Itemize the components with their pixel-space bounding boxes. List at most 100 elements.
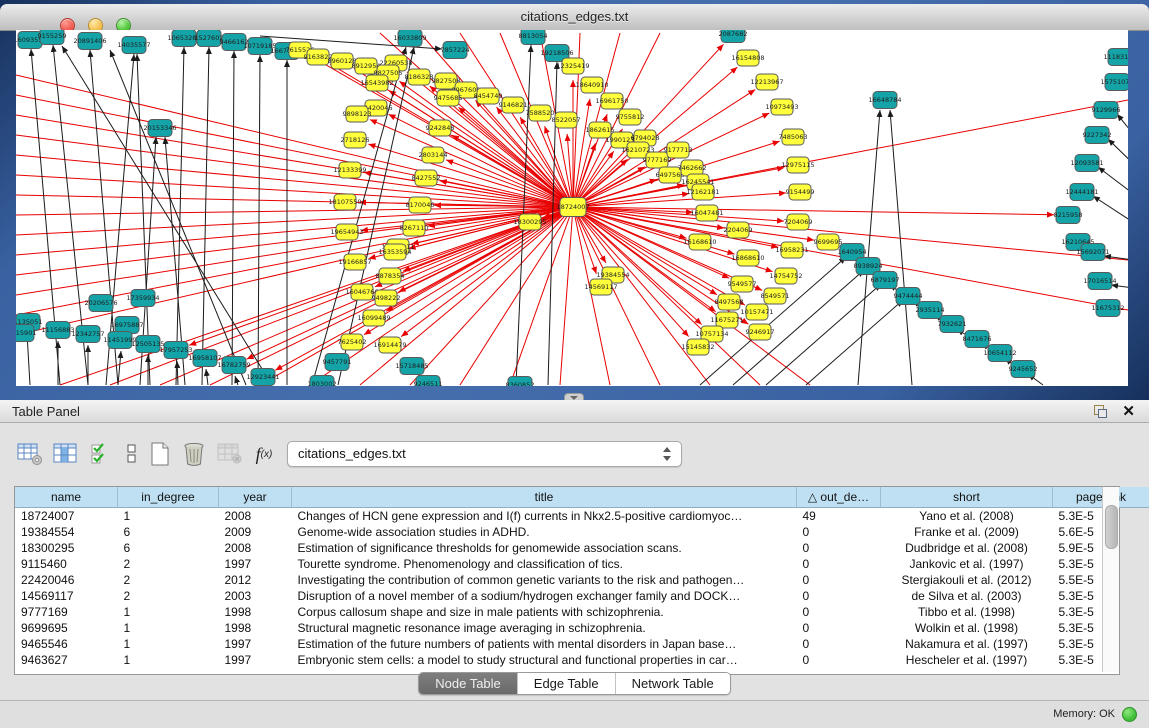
svg-text:14569117: 14569117 <box>584 283 617 291</box>
svg-text:9498222: 9498222 <box>372 294 401 302</box>
column-header[interactable]: title <box>292 487 797 508</box>
svg-text:12342757: 12342757 <box>71 330 104 338</box>
svg-text:7462662: 7462662 <box>678 164 707 172</box>
window-titlebar[interactable]: citations_edges.txt <box>0 4 1149 31</box>
table-row[interactable]: 1872400712008Changes of HCN gene express… <box>15 508 1149 525</box>
scrollbar-thumb[interactable] <box>1105 505 1118 549</box>
select-columns-icon[interactable] <box>88 440 116 468</box>
svg-text:9549577: 9549577 <box>728 280 757 288</box>
table-cell: 5.3E-5 <box>1053 508 1149 525</box>
svg-text:17016514: 17016514 <box>1083 277 1116 285</box>
column-header[interactable]: year <box>219 487 292 508</box>
svg-text:9245652: 9245652 <box>1009 365 1038 373</box>
table-options-icon[interactable] <box>16 440 44 468</box>
svg-text:20206576: 20206576 <box>84 299 117 307</box>
svg-text:16543982: 16543982 <box>360 79 393 87</box>
svg-text:14035577: 14035577 <box>117 41 150 49</box>
svg-text:8471676: 8471676 <box>963 335 992 343</box>
tab-node-table[interactable]: Node Table <box>419 673 518 694</box>
column-header[interactable]: name <box>15 487 118 508</box>
column-header[interactable]: short <box>881 487 1053 508</box>
float-panel-icon[interactable] <box>1094 405 1107 418</box>
function-builder-icon[interactable]: f(x) <box>250 440 278 468</box>
svg-text:10654112: 10654112 <box>983 349 1016 357</box>
table-cell: 5.3E-5 <box>1053 588 1149 604</box>
svg-text:16033809: 16033809 <box>393 34 426 42</box>
table-cell: 1 <box>118 636 219 652</box>
table-row[interactable]: 946554611997Estimation of the future num… <box>15 636 1149 652</box>
svg-text:7588520: 7588520 <box>526 109 555 117</box>
svg-text:12213967: 12213967 <box>750 78 783 86</box>
table-row[interactable]: 977716911998Corpus callosum shape and si… <box>15 604 1149 620</box>
new-table-icon[interactable] <box>146 440 174 468</box>
table-cell: 9115460 <box>15 556 118 572</box>
network-graph-canvas[interactable]: 1609355691552592089140614035577106532871… <box>16 30 1128 386</box>
table-cell: 1997 <box>219 652 292 668</box>
table-row[interactable]: 969969511998Structural magnetic resonanc… <box>15 620 1149 636</box>
table-cell: 0 <box>797 572 881 588</box>
table-cell: Disruption of a novel member of a sodium… <box>292 588 797 604</box>
column-header[interactable]: in_degree <box>118 487 219 508</box>
svg-text:11675312: 11675312 <box>1091 304 1124 312</box>
table-cell: 1997 <box>219 556 292 572</box>
table-cell: 9465546 <box>15 636 118 652</box>
svg-text:15692071: 15692071 <box>1076 248 1109 256</box>
table-selector-combo[interactable]: citations_edges.txt <box>287 441 682 467</box>
svg-text:9898123: 9898123 <box>343 110 372 118</box>
memory-ok-indicator-icon[interactable] <box>1122 707 1137 722</box>
svg-text:1803002: 1803002 <box>308 380 337 386</box>
table-scrollbar[interactable] <box>1102 487 1119 672</box>
delete-table-icon[interactable] <box>180 440 208 468</box>
svg-text:9474444: 9474444 <box>894 292 923 300</box>
svg-text:9177713: 9177713 <box>664 146 693 154</box>
node-table-grid[interactable]: namein_degreeyeartitle△ out_de…shortpage… <box>15 487 1149 668</box>
svg-text:17359934: 17359934 <box>126 294 159 302</box>
table-panel-title: Table Panel <box>12 404 80 419</box>
svg-text:1640954: 1640954 <box>838 248 867 256</box>
table-panel-titlebar: Table Panel ✕ <box>0 400 1149 423</box>
table-cell: 6 <box>118 524 219 540</box>
table-cell: Genome-wide association studies in ADHD. <box>292 524 797 540</box>
tab-edge-table[interactable]: Edge Table <box>518 673 616 694</box>
svg-text:12923441: 12923441 <box>246 373 279 381</box>
table-row[interactable]: 2242004622012Investigating the contribut… <box>15 572 1149 588</box>
svg-text:9777169: 9777169 <box>643 156 672 164</box>
table-cell: 2 <box>118 588 219 604</box>
svg-text:7485063: 7485063 <box>779 133 808 141</box>
table-panel: Table Panel ✕ f(x) citations_edges.txt <box>0 400 1149 700</box>
table-row[interactable]: 1456911722003Disruption of a novel membe… <box>15 588 1149 604</box>
svg-text:7204069: 7204069 <box>784 218 813 226</box>
svg-text:18640910: 18640910 <box>575 81 608 89</box>
svg-text:8497568: 8497568 <box>715 298 744 306</box>
column-header[interactable]: △ out_de… <box>797 487 881 508</box>
svg-text:16975887: 16975887 <box>110 321 143 329</box>
table-cell: 1997 <box>219 636 292 652</box>
table-row[interactable]: 1938455462009Genome-wide association stu… <box>15 524 1149 540</box>
svg-text:19166857: 19166857 <box>338 258 371 266</box>
table-row[interactable]: 911546021997Tourette syndrome. Phenomeno… <box>15 556 1149 572</box>
svg-text:9154499: 9154499 <box>786 188 815 196</box>
svg-text:10157471: 10157471 <box>740 308 773 316</box>
table-row[interactable]: 946362711997Embryonic stem cells: a mode… <box>15 652 1149 668</box>
svg-text:16154808: 16154808 <box>731 54 764 62</box>
column-header[interactable]: pagerank <box>1053 487 1149 508</box>
svg-text:6879197: 6879197 <box>871 276 900 284</box>
tab-network-table[interactable]: Network Table <box>616 673 730 694</box>
svg-text:11156883: 11156883 <box>41 326 74 334</box>
close-panel-icon[interactable]: ✕ <box>1122 402 1135 420</box>
row-height-icon[interactable] <box>118 440 146 468</box>
column-selector-icon[interactable] <box>52 440 80 468</box>
table-row[interactable]: 1830029562008Estimation of significance … <box>15 540 1149 556</box>
table-cell: 5.6E-5 <box>1053 524 1149 540</box>
table-cell: 1 <box>118 604 219 620</box>
table-cell: 2003 <box>219 588 292 604</box>
svg-text:16914479: 16914479 <box>373 341 406 349</box>
table-cell: Estimation of the future numbers of pati… <box>292 636 797 652</box>
svg-text:8549571: 8549571 <box>761 292 790 300</box>
table-cell: 0 <box>797 636 881 652</box>
window-title: citations_edges.txt <box>0 9 1149 24</box>
svg-text:2204069: 2204069 <box>724 226 753 234</box>
svg-text:9227342: 9227342 <box>1083 131 1112 139</box>
svg-text:2087682: 2087682 <box>719 30 748 38</box>
svg-text:20891406: 20891406 <box>73 37 106 45</box>
